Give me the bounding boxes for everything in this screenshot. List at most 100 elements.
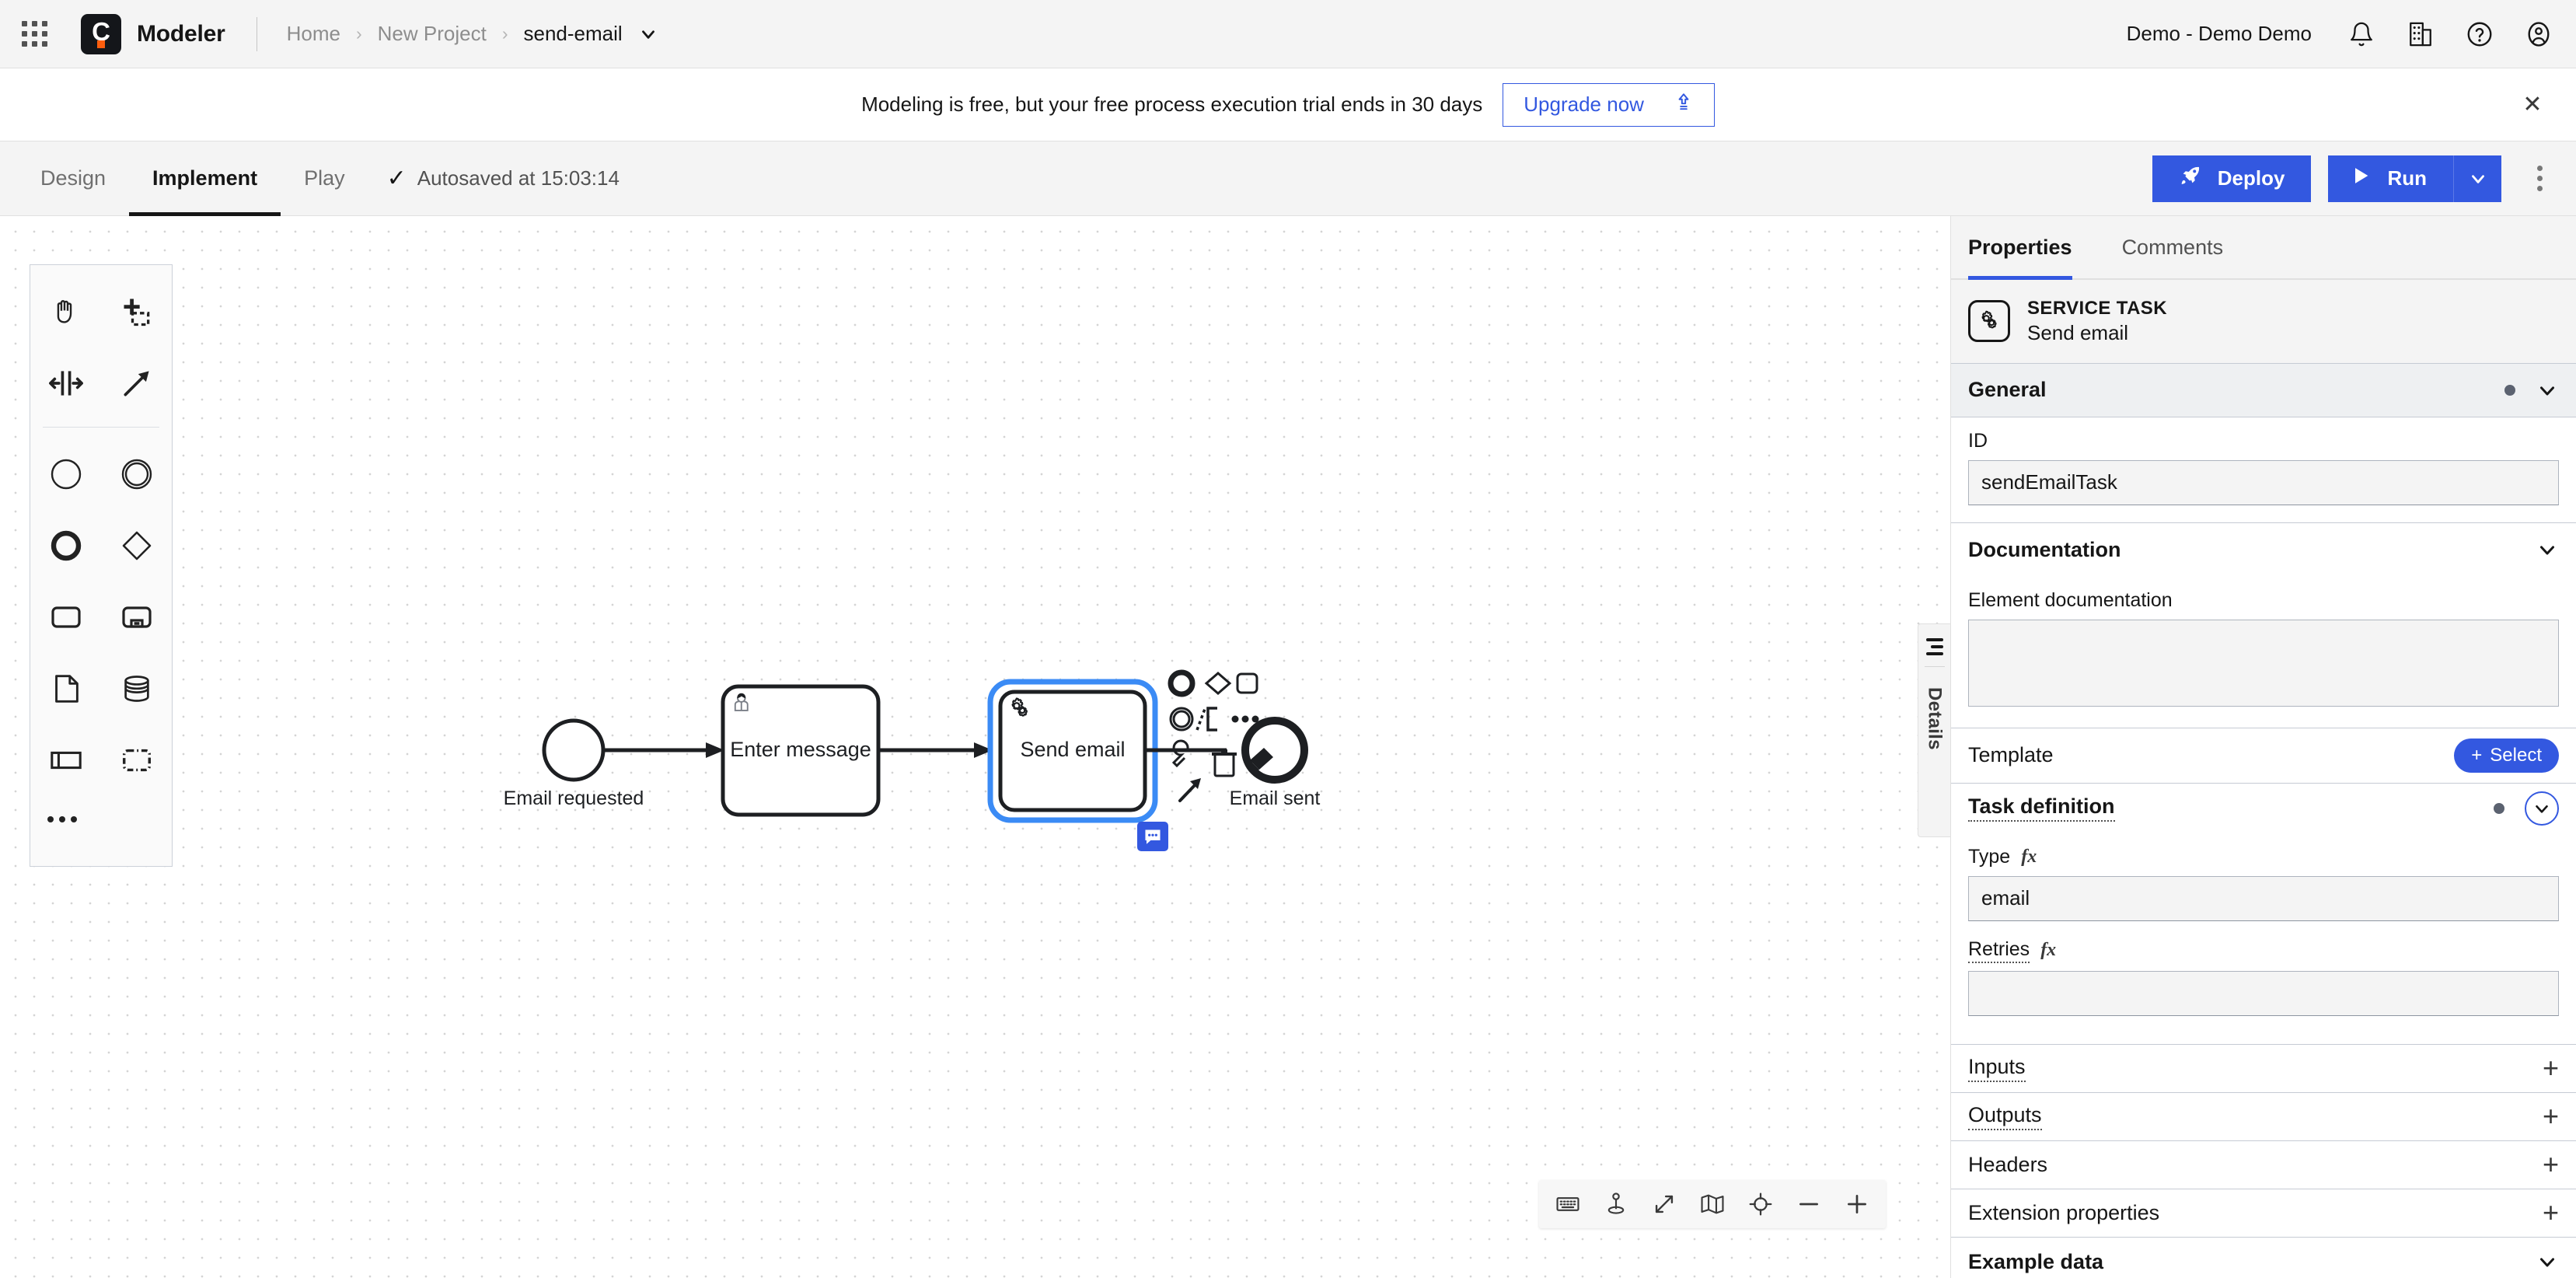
group-header-example-data[interactable]: Example data — [1951, 1236, 2576, 1278]
chevron-down-icon[interactable] — [2536, 1250, 2559, 1273]
group-header-headers[interactable]: Headers + — [1951, 1140, 2576, 1189]
service-task-gear-icon — [1011, 697, 1028, 717]
group-header-extension-properties[interactable]: Extension properties + — [1951, 1188, 2576, 1237]
group-header-documentation[interactable]: Documentation — [1951, 522, 2576, 577]
inputs-label: Inputs — [1968, 1055, 2026, 1082]
logo-accent-dot — [97, 40, 105, 48]
breadcrumb-item-project[interactable]: New Project — [375, 22, 490, 46]
add-input-icon[interactable]: + — [2543, 1054, 2559, 1082]
add-header-icon[interactable]: + — [2543, 1151, 2559, 1178]
upgrade-now-button[interactable]: Upgrade now — [1503, 82, 1715, 127]
intermediate-event-icon[interactable] — [101, 438, 172, 510]
documentation-textarea[interactable] — [1968, 619, 2559, 707]
bpmn-diagram: Email requested Enter message Send email — [504, 669, 1320, 823]
participant-pool-icon[interactable] — [30, 725, 101, 796]
org-user-label: Demo - Demo Demo — [2126, 22, 2312, 45]
space-tool-icon[interactable] — [30, 347, 101, 419]
connect-tool-icon[interactable] — [101, 347, 172, 419]
brand-home-link[interactable]: C Modeler — [68, 13, 225, 54]
close-icon[interactable]: ✕ — [2511, 83, 2554, 127]
subprocess-expanded-icon[interactable] — [101, 581, 172, 653]
tab-implement[interactable]: Implement — [129, 141, 281, 216]
run-label: Run — [2387, 166, 2427, 190]
chevron-down-icon[interactable] — [2525, 791, 2559, 826]
select-label: Select — [2490, 744, 2542, 766]
lasso-tool-icon[interactable] — [101, 276, 172, 347]
add-extension-property-icon[interactable]: + — [2543, 1199, 2559, 1227]
start-event-shape — [542, 718, 606, 782]
tab-design[interactable]: Design — [17, 141, 129, 216]
autosave-label: Autosaved at 15:03:14 — [417, 166, 620, 190]
palette-divider — [43, 427, 159, 428]
user-avatar-icon[interactable] — [2509, 5, 2568, 64]
group-icon[interactable] — [101, 725, 172, 796]
trial-banner: Modeling is free, but your free process … — [0, 68, 2576, 141]
data-object-icon[interactable] — [30, 653, 101, 725]
tab-play[interactable]: Play — [281, 141, 368, 216]
run-options-chevron-icon[interactable] — [2453, 155, 2501, 202]
pin-token-icon[interactable] — [1592, 1180, 1640, 1228]
group-header-inputs[interactable]: Inputs + — [1951, 1043, 2576, 1092]
reset-zoom-icon[interactable] — [1737, 1180, 1785, 1228]
group-header-outputs[interactable]: Outputs + — [1951, 1091, 2576, 1140]
group-header-task-definition[interactable]: Task definition — [1951, 783, 2576, 833]
hand-tool-icon[interactable] — [30, 276, 101, 347]
chevron-down-icon[interactable] — [2536, 538, 2559, 561]
user-task-marker-icon — [734, 693, 749, 711]
minimap-icon[interactable] — [1688, 1180, 1737, 1228]
user-task-label: Enter message — [730, 738, 871, 761]
deploy-button[interactable]: Deploy — [2152, 155, 2312, 202]
waffle-icon[interactable] — [0, 0, 68, 68]
zoom-out-icon[interactable] — [1785, 1180, 1833, 1228]
bpmn-canvas[interactable]: Email requested Enter message Send email — [0, 216, 1950, 1278]
add-output-icon[interactable]: + — [2543, 1102, 2559, 1130]
tab-comments[interactable]: Comments — [2122, 216, 2247, 278]
task-icon[interactable] — [30, 581, 101, 653]
palette-more-button[interactable] — [30, 796, 172, 843]
chevron-down-icon[interactable] — [2536, 379, 2559, 402]
more-options-icon — [1231, 715, 1259, 723]
run-button[interactable]: Run — [2328, 155, 2453, 202]
fx-toggle-icon[interactable]: fx — [2040, 940, 2056, 961]
set-color-brush-icon — [1246, 748, 1273, 773]
keyboard-shortcuts-icon[interactable] — [1544, 1180, 1592, 1228]
tab-properties[interactable]: Properties — [1968, 216, 2096, 280]
trial-message: Modeling is free, but your free process … — [861, 93, 1483, 116]
bpmn-palette — [30, 264, 173, 867]
breadcrumb-item-home[interactable]: Home — [284, 22, 344, 46]
type-input[interactable] — [1968, 875, 2559, 921]
end-event-icon[interactable] — [30, 510, 101, 581]
fx-toggle-icon[interactable]: fx — [2021, 847, 2037, 868]
editor-toolbar: Design Implement Play ✓ Autosaved at 15:… — [0, 141, 2576, 216]
group-header-general[interactable]: General — [1951, 362, 2576, 417]
data-store-icon[interactable] — [101, 653, 172, 725]
retries-input[interactable] — [1968, 970, 2559, 1016]
breadcrumb-item-file[interactable]: send-email — [520, 22, 625, 46]
retries-label-row: Retries fx — [1968, 938, 2559, 963]
organization-building-icon[interactable] — [2391, 5, 2450, 64]
type-label: Type — [1968, 845, 2011, 868]
help-question-icon[interactable] — [2450, 5, 2509, 64]
service-task-shape — [998, 690, 1147, 812]
details-drawer-tab[interactable]: Details — [1918, 623, 1950, 837]
wrench-change-type-icon — [1171, 739, 1189, 768]
start-event-icon[interactable] — [30, 438, 101, 510]
fit-viewport-icon[interactable] — [1640, 1180, 1688, 1228]
zoom-in-icon[interactable] — [1833, 1180, 1881, 1228]
run-button-group: Run — [2328, 155, 2501, 202]
more-options-kebab-icon[interactable] — [2514, 153, 2565, 204]
play-icon — [2350, 165, 2372, 192]
headers-label: Headers — [1968, 1152, 2048, 1176]
canvas-toolbar — [1539, 1180, 1886, 1228]
camunda-logo-icon: C — [81, 13, 121, 54]
rocket-icon — [2179, 164, 2202, 193]
comment-bubble-icon[interactable] — [1137, 822, 1168, 851]
id-input[interactable] — [1968, 459, 2559, 505]
append-intermediate-event-icon — [1169, 707, 1194, 732]
notifications-bell-icon[interactable] — [2332, 5, 2391, 64]
chevron-down-icon[interactable] — [638, 24, 658, 44]
id-label: ID — [1968, 429, 1988, 452]
outputs-label: Outputs — [1968, 1103, 2042, 1130]
template-select-button[interactable]: + Select — [2454, 738, 2559, 773]
exclusive-gateway-icon[interactable] — [101, 510, 172, 581]
